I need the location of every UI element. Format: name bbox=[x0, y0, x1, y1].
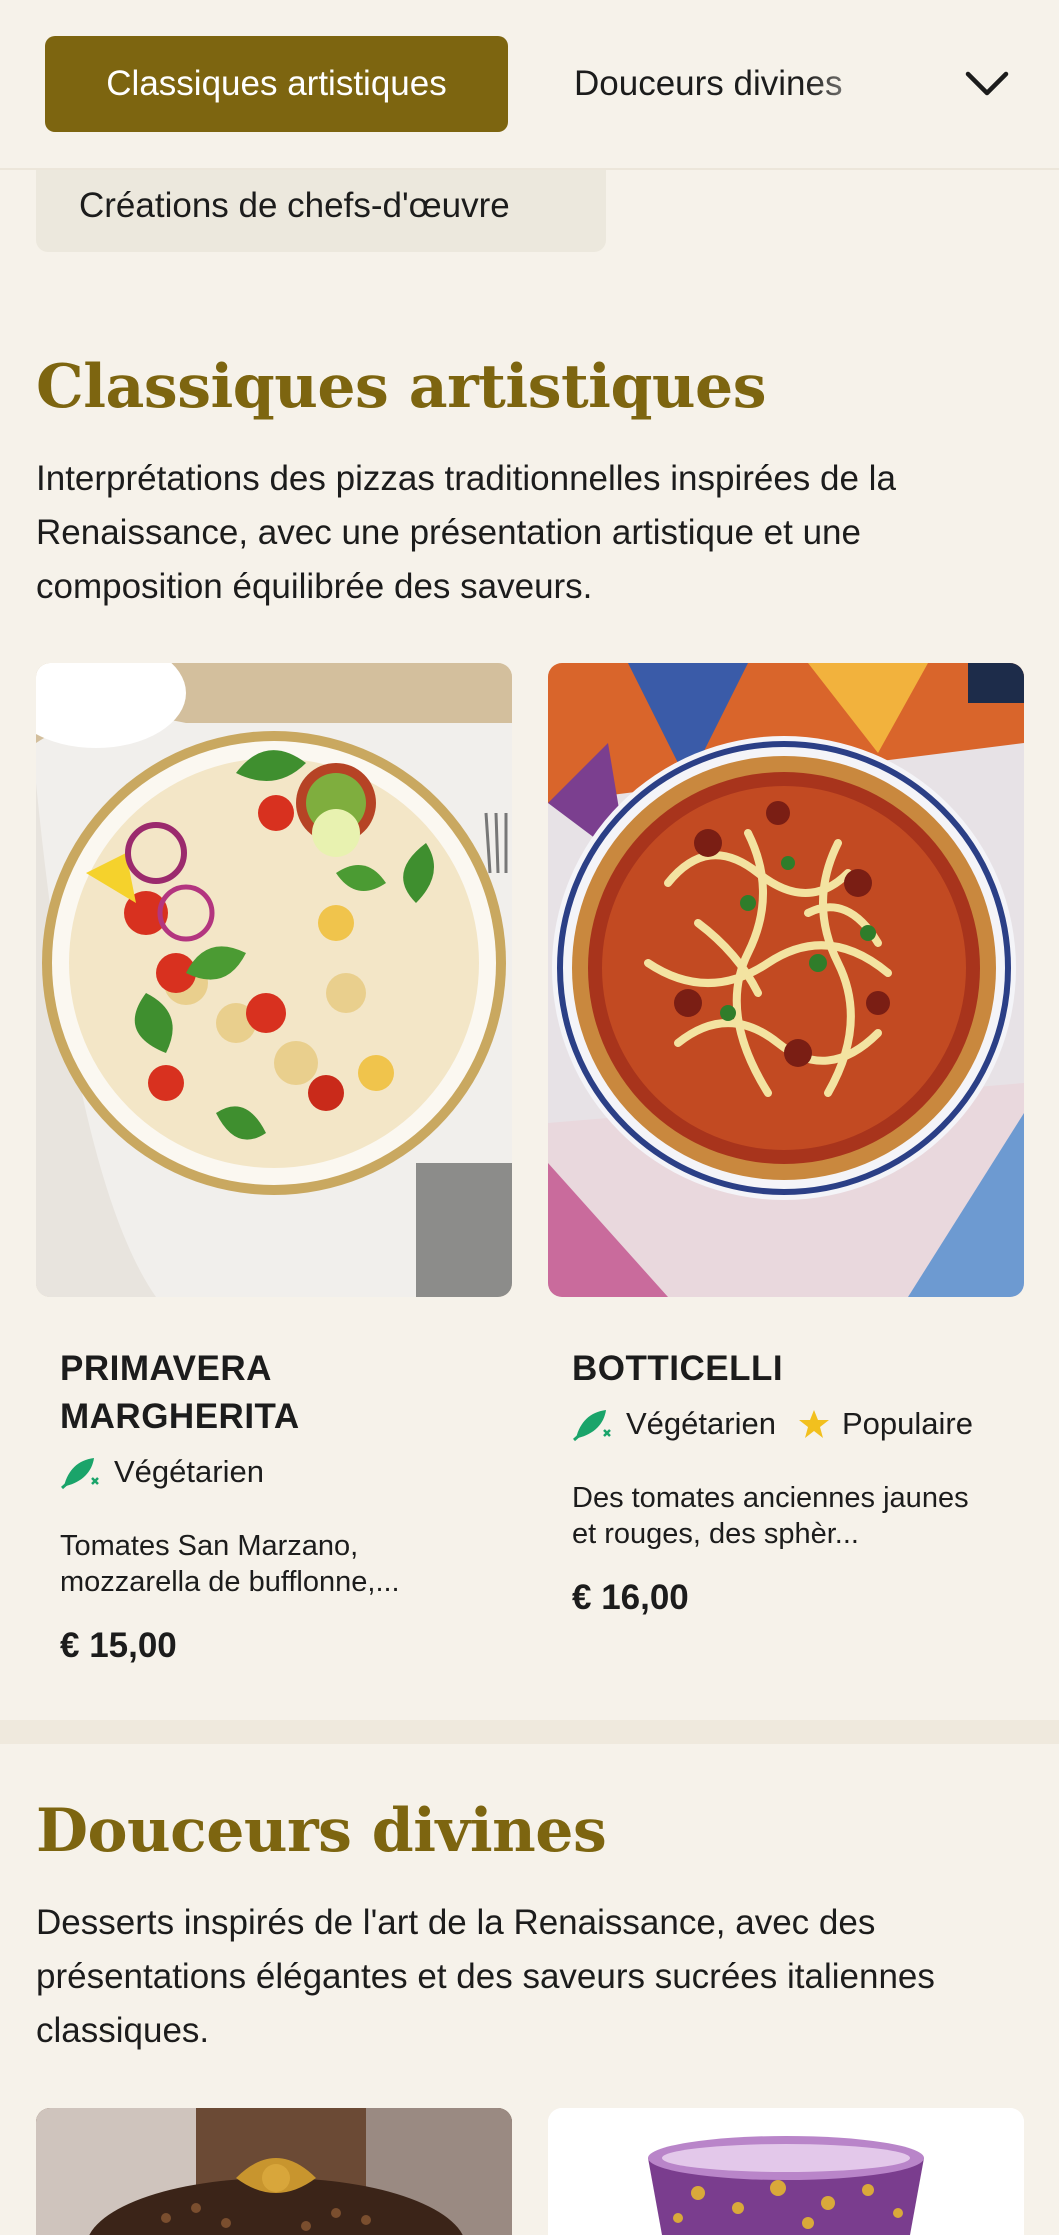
item-price: € 16,00 bbox=[572, 1578, 689, 1617]
tag-label: Végétarien bbox=[626, 1406, 776, 1441]
section-divider bbox=[0, 1720, 1059, 1744]
item-photo[interactable] bbox=[548, 2108, 1024, 2235]
tag-vegetarian: Végétarien bbox=[572, 1406, 776, 1442]
item-description: Tomates San Marzano, mozzarella de buffl… bbox=[60, 1530, 400, 1598]
leaf-icon bbox=[573, 1410, 611, 1442]
section-title: Douceurs divines bbox=[36, 1796, 607, 1866]
star-icon bbox=[798, 1410, 829, 1438]
tag-label: Populaire bbox=[841, 1406, 973, 1441]
category-tabbar: Classiques artistiques Douceurs divines bbox=[0, 0, 1059, 170]
section-description: Interprétations des pizzas traditionnell… bbox=[36, 459, 896, 606]
tab-douceurs-divines[interactable]: Douceurs divines bbox=[574, 36, 904, 132]
section-title: Classiques artistiques bbox=[36, 352, 767, 422]
tab-creations-chefs-doeuvre[interactable]: Créations de chefs-d'œuvre bbox=[36, 160, 606, 252]
item-photo bbox=[548, 663, 1024, 1297]
tag-popular: Populaire bbox=[798, 1406, 973, 1442]
item-tags: Végétarien Populaire bbox=[572, 1406, 995, 1442]
item-tags: Végétarien bbox=[60, 1454, 286, 1490]
item-name: BOTTICELLI bbox=[572, 1349, 784, 1388]
more-tabs-button[interactable] bbox=[952, 52, 1022, 116]
item-description: Des tomates anciennes jaunes et rouges, … bbox=[572, 1482, 969, 1550]
tag-label: Végétarien bbox=[114, 1454, 264, 1489]
tag-vegetarian: Végétarien bbox=[60, 1454, 264, 1490]
section-description: Desserts inspirés de l'art de la Renaiss… bbox=[36, 1903, 935, 2050]
item-photo[interactable] bbox=[36, 2108, 512, 2235]
chevron-down-icon bbox=[965, 71, 1009, 96]
item-photo bbox=[36, 663, 512, 1297]
tab-classiques-artistiques[interactable]: Classiques artistiques bbox=[45, 36, 508, 132]
item-name: PRIMAVERA MARGHERITA bbox=[60, 1349, 300, 1436]
item-price: € 15,00 bbox=[60, 1626, 177, 1665]
leaf-icon bbox=[61, 1458, 99, 1490]
